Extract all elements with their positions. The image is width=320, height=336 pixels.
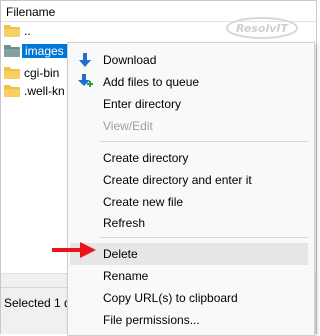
filename-header-label: Filename <box>6 5 56 19</box>
menu-label: Enter directory <box>103 97 182 111</box>
menu-label: Create new file <box>103 195 184 209</box>
menu-item-copy-urls[interactable]: Copy URL(s) to clipboard <box>68 287 314 309</box>
menu-label: Rename <box>103 269 149 283</box>
download-arrow-icon <box>79 53 91 67</box>
menu-item-view-edit: View/Edit <box>68 115 314 137</box>
menu-separator <box>100 141 308 142</box>
menu-item-refresh[interactable]: Refresh <box>68 212 314 234</box>
folder-icon <box>4 85 20 97</box>
folder-icon <box>4 67 20 79</box>
file-name: cgi-bin <box>24 66 60 80</box>
menu-label: Refresh <box>103 216 146 230</box>
menu-item-delete[interactable]: Delete <box>70 243 308 265</box>
menu-item-add-to-queue[interactable]: Add files to queue <box>68 71 314 93</box>
status-text: Selected 1 d <box>4 296 71 310</box>
menu-label: Create directory and enter it <box>103 173 252 187</box>
menu-label: Add files to queue <box>103 75 200 89</box>
menu-item-create-new-file[interactable]: Create new file <box>68 191 314 213</box>
menu-label: File permissions... <box>103 313 200 327</box>
file-name-selected: images <box>22 44 67 58</box>
red-pointer-arrow-icon <box>52 242 96 258</box>
context-menu: Download Add files to queue Enter direct… <box>67 42 315 336</box>
menu-item-create-directory[interactable]: Create directory <box>68 147 314 169</box>
file-name: .well-kn <box>24 84 65 98</box>
menu-item-download[interactable]: Download <box>68 49 314 71</box>
menu-item-create-directory-enter[interactable]: Create directory and enter it <box>68 169 314 191</box>
add-to-queue-icon <box>78 74 93 87</box>
menu-label: Copy URL(s) to clipboard <box>103 291 238 305</box>
menu-label: View/Edit <box>103 119 153 133</box>
file-name: .. <box>24 24 31 38</box>
menu-label: Delete <box>103 247 138 261</box>
logo-text: ResolvIT <box>236 22 290 35</box>
folder-icon <box>4 45 20 57</box>
folder-icon <box>4 25 20 37</box>
resolvit-logo: ResolvIT <box>226 17 298 39</box>
menu-item-file-permissions[interactable]: File permissions... <box>68 309 314 331</box>
menu-item-rename[interactable]: Rename <box>68 265 314 287</box>
menu-label: Create directory <box>103 151 189 165</box>
menu-label: Download <box>103 53 157 67</box>
menu-item-enter-directory[interactable]: Enter directory <box>68 93 314 115</box>
menu-separator <box>100 237 308 238</box>
